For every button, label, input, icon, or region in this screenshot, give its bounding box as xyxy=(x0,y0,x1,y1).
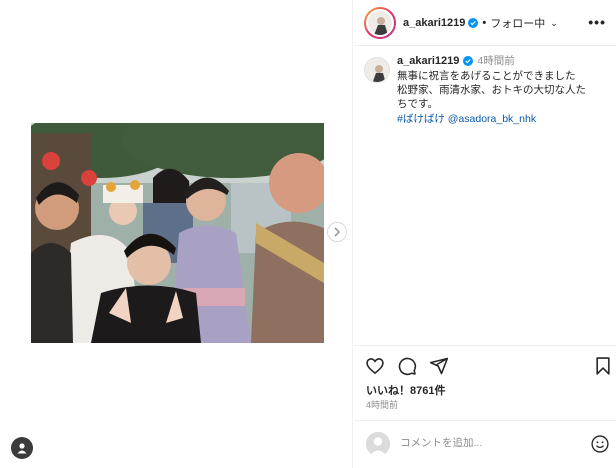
caption-line: 無事に祝言をあげることができました xyxy=(397,70,576,82)
caption-timestamp: 4時間前 xyxy=(477,55,515,67)
tagged-users-button[interactable] xyxy=(11,437,33,459)
caption-text: 無事に祝言をあげることができました 松野家、雨清水家、おトキの大切な人た ちです… xyxy=(397,69,609,111)
hashtag-link[interactable]: #ばけばけ xyxy=(397,113,445,125)
caption-user-line: a_akari1219 4時間前 xyxy=(397,54,609,68)
verified-badge-icon xyxy=(463,56,474,66)
save-button[interactable] xyxy=(592,355,614,377)
post-photo[interactable] xyxy=(31,123,324,343)
likes-count[interactable]: いいね！8761件 xyxy=(366,382,445,398)
post-info-pane: a_akari1219 • フォロー中 ⌄ ••• a_akari1219 4時… xyxy=(354,0,616,468)
share-button[interactable] xyxy=(428,355,450,377)
avatar-image xyxy=(365,58,389,82)
user-icon xyxy=(17,443,27,454)
user-icon xyxy=(366,432,390,456)
header-user-line: a_akari1219 • フォロー中 ⌄ xyxy=(403,15,558,31)
verified-badge-icon xyxy=(468,18,479,28)
comment-icon xyxy=(398,357,417,376)
action-bar xyxy=(364,355,614,379)
media-pane xyxy=(0,0,353,468)
instagram-post-view: a_akari1219 • フォロー中 ⌄ ••• a_akari1219 4時… xyxy=(0,0,616,468)
mention-link[interactable]: @asadora_bk_nhk xyxy=(448,113,536,125)
caption-avatar[interactable] xyxy=(364,57,390,83)
caption-block: a_akari1219 4時間前 無事に祝言をあげることができました 松野家、雨… xyxy=(364,54,609,126)
next-photo-button[interactable] xyxy=(327,222,347,242)
caption-line: 松野家、雨清水家、おトキの大切な人た xyxy=(397,84,586,96)
add-comment-row xyxy=(366,432,610,458)
caption-body: a_akari1219 4時間前 無事に祝言をあげることができました 松野家、雨… xyxy=(397,54,609,126)
more-options-button[interactable]: ••• xyxy=(588,14,606,30)
post-header: a_akari1219 • フォロー中 ⌄ ••• xyxy=(354,0,616,46)
comment-button[interactable] xyxy=(396,355,418,377)
chevron-right-icon xyxy=(334,227,340,237)
header-username[interactable]: a_akari1219 xyxy=(403,17,465,29)
smiley-icon xyxy=(591,435,609,453)
separator-dot: • xyxy=(482,17,487,29)
divider xyxy=(354,420,616,421)
share-icon xyxy=(429,357,449,375)
more-horizontal-icon: ••• xyxy=(588,14,606,30)
divider xyxy=(354,345,616,346)
current-user-avatar xyxy=(366,432,390,456)
posted-timestamp: 4時間前 xyxy=(366,400,399,410)
follow-status-button[interactable]: フォロー中 xyxy=(490,15,545,31)
profile-avatar[interactable] xyxy=(364,7,396,39)
bookmark-icon xyxy=(596,357,610,375)
avatar-image xyxy=(368,11,392,35)
like-button[interactable] xyxy=(364,355,386,377)
caption-username[interactable]: a_akari1219 xyxy=(397,54,459,68)
heart-icon xyxy=(366,358,384,375)
caption-tags: #ばけばけ @asadora_bk_nhk xyxy=(397,112,609,126)
emoji-button[interactable] xyxy=(590,434,610,454)
group-selfie-photo xyxy=(31,123,324,343)
caption-line: ちです。 xyxy=(397,98,438,110)
comment-input[interactable] xyxy=(400,437,580,449)
chevron-down-icon[interactable]: ⌄ xyxy=(550,18,558,29)
